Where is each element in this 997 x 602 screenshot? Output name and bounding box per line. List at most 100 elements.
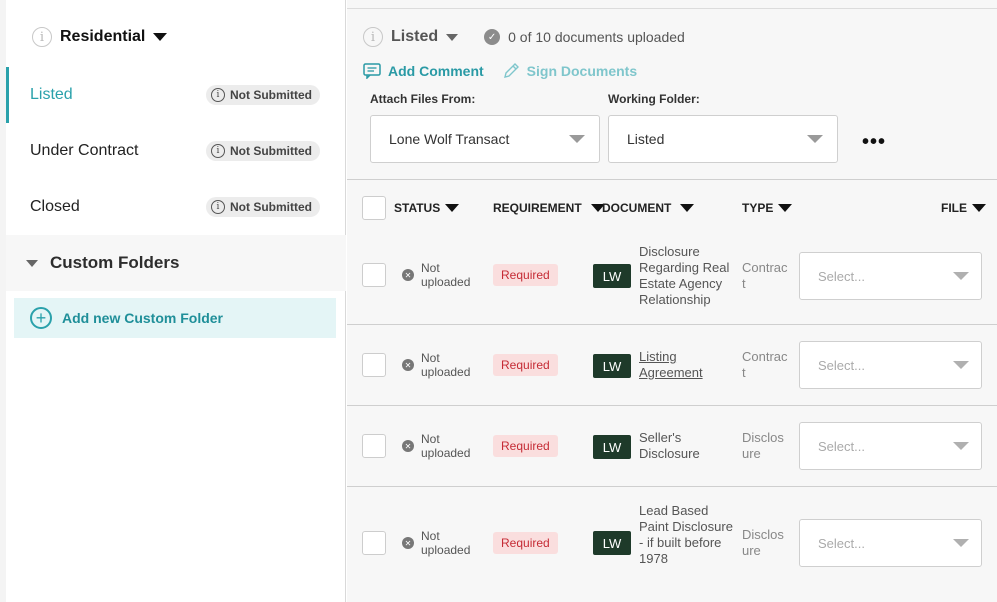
sign-documents-button[interactable]: Sign Documents <box>502 62 637 80</box>
caret-down-icon[interactable] <box>446 33 459 41</box>
document-type: Contract <box>742 349 788 380</box>
attach-files-label: Attach Files From: <box>370 92 476 106</box>
add-comment-label: Add Comment <box>388 63 484 79</box>
column-header-type[interactable]: TYPE <box>742 201 793 215</box>
row-checkbox[interactable] <box>362 353 386 377</box>
row-checkbox[interactable] <box>362 531 386 555</box>
caret-down-icon <box>26 259 38 267</box>
x-circle-icon: ✕ <box>402 269 414 281</box>
divider <box>347 179 997 180</box>
divider <box>347 8 997 9</box>
document-name[interactable]: Disclosure Regarding Real Estate Agency … <box>639 244 739 308</box>
column-header-file[interactable]: FILE <box>941 201 986 215</box>
column-header-label: STATUS <box>394 201 441 215</box>
column-header-label: REQUIREMENT <box>493 201 582 215</box>
folder-item-under-contract[interactable]: Under Contract i Not Submitted <box>6 123 346 179</box>
chevron-down-icon <box>807 135 823 143</box>
requirement-badge: Required <box>493 354 558 376</box>
info-icon: i <box>211 200 225 214</box>
info-icon: i <box>32 27 52 47</box>
requirement-badge: Required <box>493 435 558 457</box>
sort-caret-icon <box>445 204 460 212</box>
folder-title[interactable]: Listed <box>391 28 438 46</box>
custom-folders-label: Custom Folders <box>50 253 180 272</box>
row-checkbox[interactable] <box>362 434 386 458</box>
file-select[interactable]: Select... <box>799 341 982 389</box>
folder-item-closed[interactable]: Closed i Not Submitted <box>6 179 346 235</box>
status-text: Not uploaded <box>421 261 471 289</box>
add-custom-folder-label: Add new Custom Folder <box>62 310 223 326</box>
source-badge: LW <box>593 264 631 288</box>
attach-files-value: Lone Wolf Transact <box>389 131 510 147</box>
file-select[interactable]: Select... <box>799 252 982 300</box>
action-bar: Add Comment Sign Documents <box>363 62 637 80</box>
working-folder-label: Working Folder: <box>608 92 700 106</box>
add-custom-folder-button[interactable]: + Add new Custom Folder <box>14 298 336 338</box>
x-circle-icon: ✕ <box>402 537 414 549</box>
document-name[interactable]: Lead Based Paint Disclosure - if built b… <box>639 503 735 567</box>
status-badge-label: Not Submitted <box>230 200 312 214</box>
add-comment-button[interactable]: Add Comment <box>363 63 484 79</box>
status-badge: i Not Submitted <box>206 141 320 161</box>
file-select-placeholder: Select... <box>818 268 865 284</box>
document-type: Disclosure <box>742 527 784 558</box>
column-header-label: FILE <box>941 201 967 215</box>
status-cell: ✕ Not uploaded <box>402 529 481 557</box>
source-badge: LW <box>593 531 631 555</box>
status-badge-label: Not Submitted <box>230 88 312 102</box>
row-checkbox[interactable] <box>362 263 386 287</box>
folder-item-listed[interactable]: Listed i Not Submitted <box>6 67 346 123</box>
table-row: ✕ Not uploaded Required LW Lead Based Pa… <box>347 487 997 602</box>
requirement-badge: Required <box>493 532 558 554</box>
file-select[interactable]: Select... <box>799 422 982 470</box>
document-type: Disclosure <box>742 430 784 461</box>
table-row: ✕ Not uploaded Required LW Listing Agree… <box>347 325 997 406</box>
column-header-document[interactable]: DOCUMENT <box>591 201 695 215</box>
requirement-badge: Required <box>493 264 558 286</box>
sort-caret-icon <box>680 204 695 212</box>
sidebar-header[interactable]: i Residential <box>32 27 168 47</box>
file-select-placeholder: Select... <box>818 535 865 551</box>
x-circle-icon: ✕ <box>402 359 414 371</box>
file-select-placeholder: Select... <box>818 438 865 454</box>
folder-label: Listed <box>30 86 73 103</box>
app-window: i Residential Listed i Not Submitted Und… <box>0 0 997 602</box>
info-icon: i <box>211 144 225 158</box>
chevron-down-icon <box>953 539 969 547</box>
document-name[interactable]: Seller's Disclosure <box>639 430 719 462</box>
custom-folders-toggle[interactable]: Custom Folders <box>6 235 346 291</box>
column-header-status[interactable]: STATUS <box>394 201 460 215</box>
column-header-requirement[interactable]: REQUIREMENT <box>493 201 582 215</box>
sidebar: i Residential Listed i Not Submitted Und… <box>6 0 346 602</box>
file-select-placeholder: Select... <box>818 357 865 373</box>
sort-caret-icon <box>778 204 793 212</box>
status-text: Not uploaded <box>421 529 471 557</box>
info-icon: i <box>363 27 383 47</box>
working-folder-select[interactable]: Listed <box>608 115 838 163</box>
table-row: ✕ Not uploaded Required LW Disclosure Re… <box>347 235 997 325</box>
sign-documents-label: Sign Documents <box>526 63 638 79</box>
caret-down-icon <box>153 33 168 41</box>
upload-status: 0 of 10 documents uploaded <box>508 29 685 45</box>
sort-caret-icon <box>972 204 986 212</box>
info-icon: i <box>211 88 225 102</box>
select-all-checkbox[interactable] <box>362 196 386 220</box>
comment-icon <box>363 63 381 79</box>
source-badge: LW <box>593 435 631 459</box>
folder-label: Closed <box>30 198 80 215</box>
document-type: Contract <box>742 260 788 291</box>
chevron-down-icon <box>569 135 585 143</box>
table-row: ✕ Not uploaded Required LW Seller's Disc… <box>347 406 997 487</box>
sidebar-title: Residential <box>60 28 146 45</box>
status-text: Not uploaded <box>421 432 471 460</box>
document-link[interactable]: Listing Agreement <box>639 349 719 381</box>
table-header: STATUS REQUIREMENT DOCUMENT TYPE FILE <box>347 190 997 226</box>
source-badge: LW <box>593 354 631 378</box>
more-options-button[interactable]: ••• <box>862 131 886 154</box>
file-select[interactable]: Select... <box>799 519 982 567</box>
pencil-icon <box>503 63 519 78</box>
x-circle-icon: ✕ <box>402 440 414 452</box>
status-badge-label: Not Submitted <box>230 144 312 158</box>
attach-files-select[interactable]: Lone Wolf Transact <box>370 115 600 163</box>
plus-circle-icon: + <box>30 307 52 329</box>
